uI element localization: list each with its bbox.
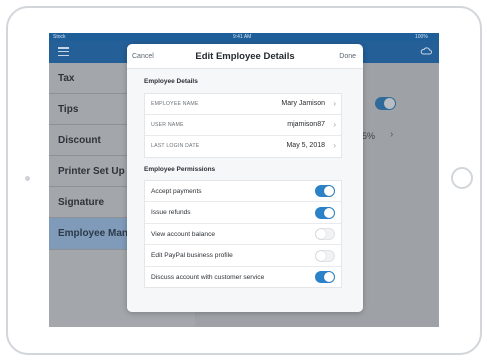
issue-refunds-toggle[interactable] xyxy=(315,206,335,219)
chevron-right-icon: › xyxy=(333,99,336,108)
detail-value: Mary Jamison xyxy=(281,100,325,107)
detail-row-last-login[interactable]: LAST LOGIN DATE May 5, 2018 › xyxy=(145,136,341,157)
done-button[interactable]: Done xyxy=(339,53,356,60)
permission-label: Issue refunds xyxy=(151,209,191,216)
detail-row-user-name[interactable]: USER NAME mjamison87 › xyxy=(145,115,341,136)
permission-label: Discuss account with customer service xyxy=(151,273,265,281)
permission-row-edit-profile: Edit PayPal business profile xyxy=(145,246,341,267)
tips-toggle[interactable] xyxy=(375,97,396,110)
customer-service-toggle[interactable] xyxy=(315,271,335,283)
modal-title: Edit Employee Details xyxy=(195,51,295,62)
employee-details-heading: Employee Details xyxy=(144,78,198,85)
detail-value: May 5, 2018 xyxy=(286,142,325,149)
permission-row-accept-payments: Accept payments xyxy=(145,181,341,202)
permission-row-customer-service: Discuss account with customer service xyxy=(145,267,341,288)
detail-value: mjamison87 xyxy=(287,121,325,128)
status-bar: Stock 9:41 AM 100% xyxy=(49,33,439,41)
modal-header: Cancel Edit Employee Details Done xyxy=(127,44,363,69)
battery-text: 100% xyxy=(415,34,428,40)
permission-row-view-balance: View account balance xyxy=(145,224,341,245)
detail-label: USER NAME xyxy=(151,122,184,128)
edit-employee-modal: Cancel Edit Employee Details Done Employ… xyxy=(127,44,363,312)
chevron-right-icon: › xyxy=(333,141,336,150)
detail-label: EMPLOYEE NAME xyxy=(151,101,199,107)
clock-text: 9:41 AM xyxy=(233,34,252,40)
permission-label: View account balance xyxy=(151,230,216,238)
cloud-icon[interactable] xyxy=(420,46,432,57)
accept-payments-toggle[interactable] xyxy=(315,185,335,197)
camera-dot xyxy=(25,176,30,181)
permission-label: Edit PayPal business profile xyxy=(151,252,233,259)
chevron-right-icon: › xyxy=(333,120,336,129)
modal-body: Employee Details EMPLOYEE NAME Mary Jami… xyxy=(127,69,363,312)
view-account-balance-toggle[interactable] xyxy=(315,228,335,240)
employee-permissions-heading: Employee Permissions xyxy=(144,166,216,173)
chevron-right-icon: › xyxy=(390,129,394,140)
home-button[interactable] xyxy=(451,167,473,189)
detail-row-employee-name[interactable]: EMPLOYEE NAME Mary Jamison › xyxy=(145,94,341,115)
edit-business-profile-toggle[interactable] xyxy=(315,249,335,262)
carrier-text: Stock xyxy=(53,34,66,40)
hamburger-menu-icon[interactable] xyxy=(58,47,69,57)
employee-permissions-group: Accept payments Issue refunds View accou… xyxy=(144,180,342,288)
discount-percent: 5% xyxy=(362,131,376,141)
permission-row-issue-refunds: Issue refunds xyxy=(145,203,341,224)
detail-label: LAST LOGIN DATE xyxy=(151,143,200,149)
permission-label: Accept payments xyxy=(151,187,202,195)
employee-details-group: EMPLOYEE NAME Mary Jamison › USER NAME m… xyxy=(144,93,342,158)
